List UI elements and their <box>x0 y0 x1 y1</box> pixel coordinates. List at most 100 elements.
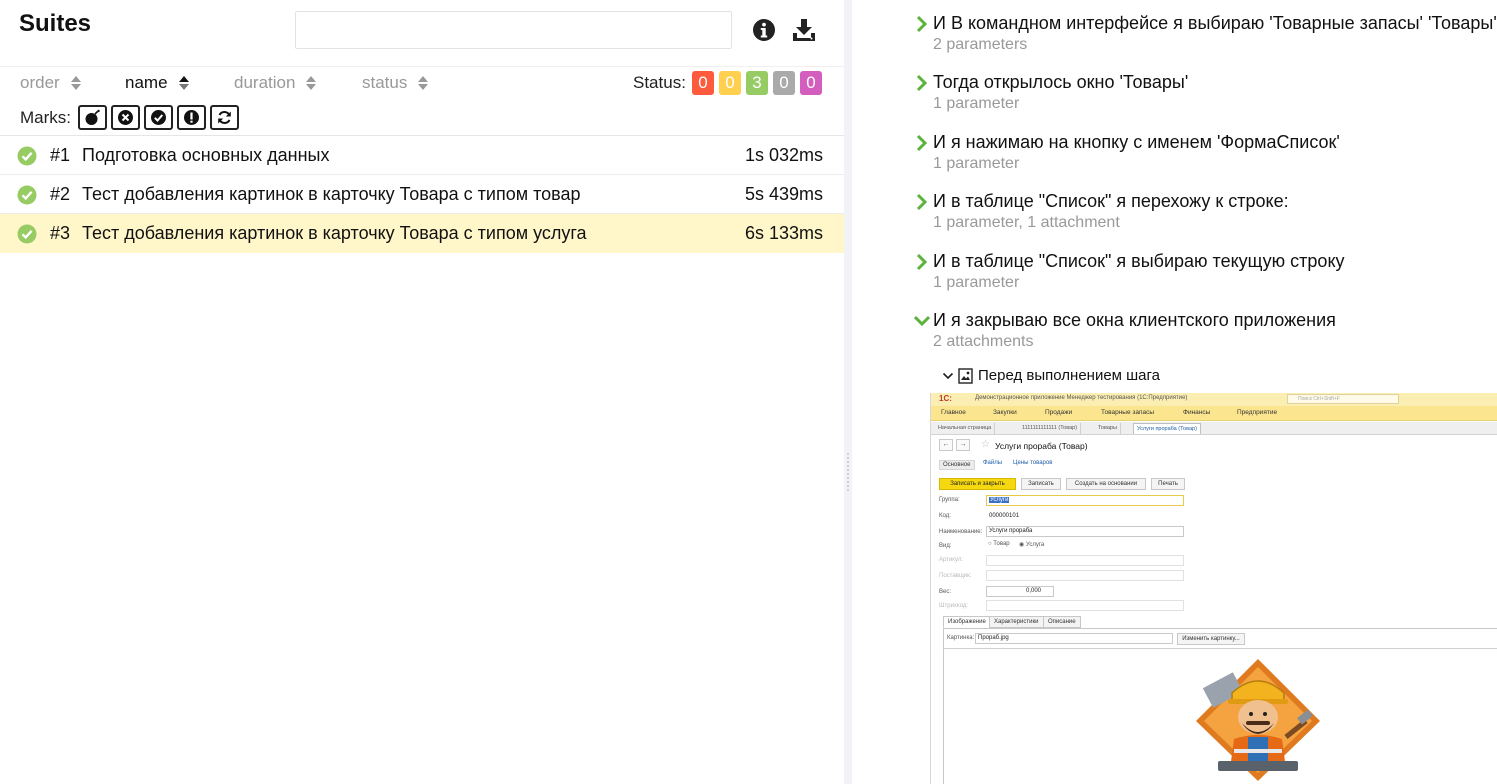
app-form-title: Услуги прораба (Товар) <box>995 441 1088 451</box>
passed-check-icon <box>17 185 37 205</box>
app-button: Записать и закрыть <box>939 478 1016 490</box>
status-badge-unknown[interactable]: 0 <box>800 71 822 95</box>
check-circle-icon <box>151 110 166 125</box>
step-title: И я закрываю все окна клиентского прилож… <box>933 310 1336 330</box>
mark-flaky-button[interactable] <box>78 105 107 130</box>
app-field-label: Код: <box>939 513 951 519</box>
image-icon <box>958 368 973 384</box>
passed-check-icon <box>17 224 37 244</box>
app-field-label: Штрихкод: <box>939 603 969 609</box>
status-badge-skipped[interactable]: 0 <box>773 71 795 95</box>
app-field: 0,000 <box>986 586 1054 597</box>
app-tab: Товары <box>1095 423 1121 434</box>
app-radio-label: Товар <box>993 541 1010 547</box>
test-number: #1 <box>50 145 71 165</box>
test-row-selected[interactable]: #3 Тест добавления картинок в карточку Т… <box>0 214 844 253</box>
attachment-screenshot[interactable]: 1С: Демонстрационное приложение Менеджер… <box>930 393 1497 784</box>
app-menu-item: Продажи <box>1045 409 1073 416</box>
step-meta: 1 parameter <box>933 274 1020 291</box>
sort-duration[interactable]: duration <box>234 73 317 93</box>
step-meta: 2 attachments <box>933 333 1034 350</box>
test-number: #3 <box>50 223 71 243</box>
app-button: Изменить картинку... <box>1177 633 1245 645</box>
app-field-label: Поставщик: <box>939 573 972 579</box>
chevron-right-icon <box>916 74 928 92</box>
sort-arrows-icon <box>306 76 317 90</box>
app-field-label: Вес: <box>939 589 952 595</box>
pane-title: Suites <box>19 10 92 37</box>
status-badge-failed[interactable]: 0 <box>692 71 714 95</box>
step-title: И я нажимаю на кнопку с именем 'ФормаСпи… <box>933 132 1340 152</box>
bomb-icon <box>85 109 100 125</box>
sort-status[interactable]: status <box>362 73 429 93</box>
sort-status-label: status <box>362 73 408 92</box>
mark-new-passed-button[interactable] <box>144 105 173 130</box>
app-forward-icon: → <box>956 439 970 451</box>
close-circle-icon <box>118 110 133 125</box>
app-inner-tab: Изображение <box>943 616 991 628</box>
app-menu-item: Финансы <box>1183 409 1211 416</box>
mark-new-failed-button[interactable] <box>111 105 140 130</box>
app-field <box>986 555 1184 566</box>
test-row[interactable]: #2 Тест добавления картинок в карточку Т… <box>0 175 844 214</box>
suites-pane: Suites order name duration status Status… <box>0 0 844 784</box>
status-badge-passed[interactable]: 3 <box>746 71 768 95</box>
app-logo: 1С: <box>939 394 952 403</box>
marks-label: Marks: <box>20 108 71 127</box>
app-back-icon: ← <box>939 439 953 451</box>
test-duration: 6s 133ms <box>744 223 823 243</box>
app-field: Услуги <box>986 495 1184 506</box>
app-window-title: Демонстрационное приложение Менеджер тес… <box>975 395 1188 401</box>
app-title-bar: 1С: Демонстрационное приложение Менеджер… <box>931 393 1497 406</box>
app-menu-item: Закупки <box>993 409 1017 416</box>
test-duration: 1s 032ms <box>744 145 823 165</box>
status-filter-label: Status: <box>633 73 686 92</box>
app-field-label: Вид: <box>939 543 952 549</box>
mark-retries-button[interactable] <box>210 105 239 130</box>
app-search: Поиск Ctrl+Shift+F <box>1287 394 1399 404</box>
refresh-icon <box>218 111 231 124</box>
app-tab-active: Услуги прораба (Товар) <box>1133 423 1201 434</box>
step-title: И в таблице "Список" я выбираю текущую с… <box>933 251 1345 271</box>
attachment-label: Перед выполнением шага <box>978 367 1161 384</box>
app-field: Прораб.jpg <box>975 633 1173 644</box>
step-meta: 2 parameters <box>933 36 1028 53</box>
exclamation-icon <box>184 110 199 125</box>
chevron-down-icon <box>942 372 954 380</box>
app-field <box>986 570 1184 581</box>
app-button: Записать <box>1021 478 1061 490</box>
test-name: Тест добавления картинок в карточку Това… <box>82 223 587 243</box>
test-name: Тест добавления картинок в карточку Това… <box>82 184 581 204</box>
test-row[interactable]: #1 Подготовка основных данных 1s 032ms <box>0 136 844 175</box>
app-field-label: Картинка: <box>947 635 975 641</box>
info-icon[interactable] <box>751 17 777 43</box>
test-name: Подготовка основных данных <box>82 145 330 165</box>
app-field-label: Артикул: <box>939 557 964 563</box>
app-field-label: Группа: <box>939 497 960 503</box>
app-inner-tab: Описание <box>1043 616 1081 628</box>
app-radio-label: Услуга <box>1025 542 1045 548</box>
search-input[interactable] <box>295 11 732 49</box>
app-field: 000000101 <box>986 511 1034 522</box>
app-button: Создать на основании <box>1066 478 1146 490</box>
sort-name[interactable]: name <box>125 73 190 93</box>
step-meta: 1 parameter <box>933 155 1020 172</box>
sort-arrows-icon <box>418 76 429 90</box>
mark-new-broken-button[interactable] <box>177 105 206 130</box>
sort-arrows-icon <box>178 76 189 90</box>
allure-report: Suites order name duration status Status… <box>0 0 1497 784</box>
chevron-right-icon <box>916 15 928 33</box>
app-radio: ○ Товар <box>988 541 1010 547</box>
step-title: И в таблице "Список" я перехожу к строке… <box>933 191 1289 211</box>
app-inner-tab: Характеристики <box>989 616 1044 628</box>
app-menu-item: Предприятие <box>1237 409 1278 416</box>
app-field <box>986 600 1184 611</box>
app-link: Файлы <box>983 460 1003 466</box>
app-link: Цены товаров <box>1013 460 1053 466</box>
sort-order[interactable]: order <box>20 73 82 93</box>
pane-header: Suites <box>0 0 844 66</box>
download-icon[interactable] <box>791 17 817 43</box>
status-badge-broken[interactable]: 0 <box>719 71 741 95</box>
sort-order-label: order <box>20 73 60 92</box>
pane-splitter[interactable] <box>844 0 852 784</box>
